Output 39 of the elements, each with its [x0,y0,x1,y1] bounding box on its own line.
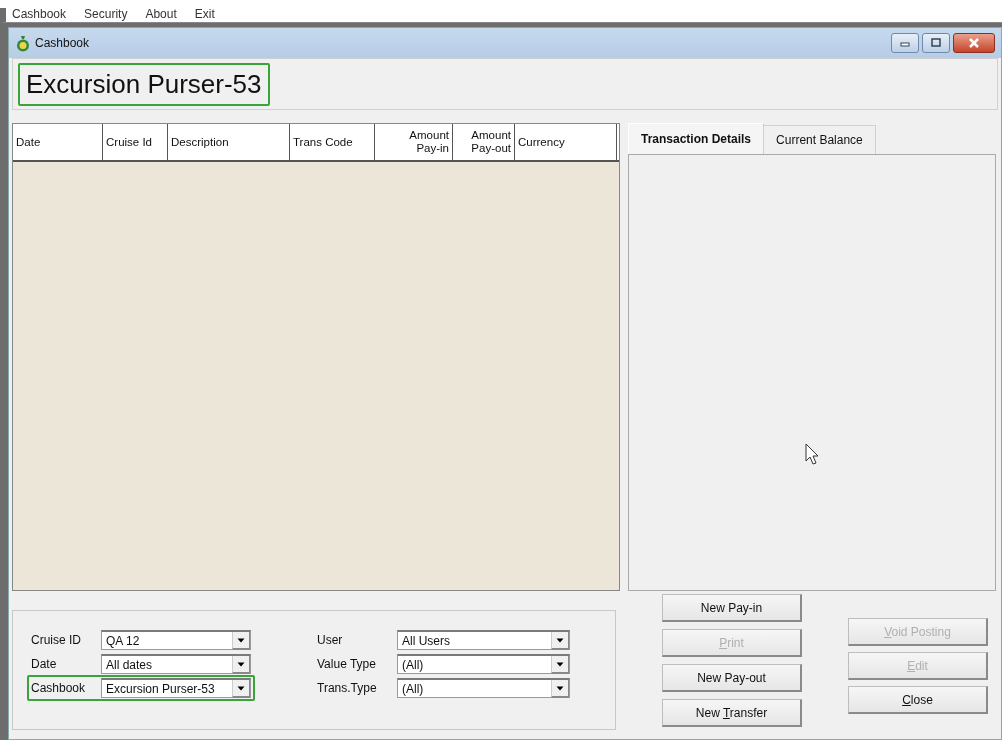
dropdown-field[interactable]: QA 12 [101,630,251,650]
menu-item[interactable]: Cashbook [12,8,67,22]
tab[interactable]: Transaction Details [628,123,765,154]
minimize-button[interactable] [891,33,919,53]
dropdown-field[interactable]: All dates [101,654,251,674]
column-header[interactable]: Date [13,124,103,160]
column-header[interactable]: Amount Pay-in [375,124,453,160]
column-header[interactable]: Currency [515,124,617,160]
column-header[interactable]: Amount Pay-out [453,124,515,160]
minimize-icon [899,39,911,47]
field-label: Trans.Type [317,681,378,695]
window-title: Cashbook [35,36,91,50]
field-label: Cruise ID [31,633,82,647]
tab[interactable]: Current Balance [763,125,876,154]
close-icon [967,37,981,49]
menu-item[interactable]: Security [84,8,128,22]
close-button[interactable] [953,33,995,53]
maximize-icon [930,38,942,48]
menu-item[interactable]: Exit [194,8,215,22]
cashbook-heading: Excursion Purser-53 [18,62,270,106]
money-bag-icon [15,34,31,52]
field-label: Value Type [317,657,377,671]
maximize-button[interactable] [922,33,950,53]
dropdown-field[interactable]: Excursion Purser-53 [101,678,251,698]
dropdown-field[interactable]: All Users [397,630,570,650]
action-button[interactable]: New Pay-out [662,664,802,692]
field-label: Date [31,657,58,671]
field-label: Cashbook [31,681,87,695]
dropdown-field[interactable]: (All) [397,678,570,698]
column-header[interactable]: Description [168,124,290,160]
action-button[interactable]: New Transfer [662,699,802,727]
menu-item[interactable]: About [145,8,177,22]
column-header[interactable]: Cruise Id [103,124,168,160]
dropdown-field[interactable]: (All) [397,654,570,674]
action-button[interactable]: Close [848,686,988,714]
mouse-cursor-icon [805,443,819,465]
field-label: User [317,633,344,647]
column-header[interactable]: Trans Code [290,124,375,160]
action-button[interactable]: New Pay-in [662,594,802,622]
